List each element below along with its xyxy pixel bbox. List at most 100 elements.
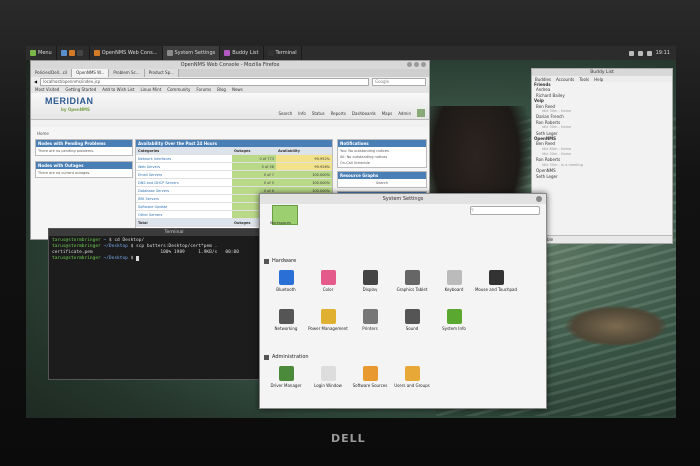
settings-tile[interactable]: Users and Groups [390,366,434,388]
task-label: OpenNMS Web Cons... [101,50,158,56]
terminal-icon[interactable] [76,50,83,56]
settings-tile[interactable]: Networking [264,309,308,331]
nav-search[interactable]: Search [279,111,293,116]
meridian-logo[interactable]: MERIDIAN [45,96,94,106]
total-label: Total [136,218,232,227]
menu-help[interactable]: Help [594,77,603,82]
bookmark[interactable]: Community [167,87,190,92]
settings-tile[interactable]: Printers [348,309,392,331]
tile-label: Printers [362,326,378,331]
buddy-item[interactable]: Seth Leger [532,174,672,179]
tile-label: Keyboard [444,287,464,292]
settings-tile[interactable]: Sound [390,309,434,331]
nav-reports[interactable]: Reports [331,111,346,116]
settings-tile[interactable]: Login Window [306,366,350,388]
panel-title: Availability Over the Past 24 Hours [136,140,332,147]
category-link[interactable]: Software Update [136,202,232,211]
category-link[interactable]: JMX Servers [136,194,232,203]
menu-tools[interactable]: Tools [579,77,589,82]
nav-admin[interactable]: Admin [398,111,411,116]
settings-tile[interactable]: Keyboard [432,270,476,292]
menu-accounts[interactable]: Accounts [556,77,574,82]
bookmark[interactable]: Add to Wish List [102,87,134,92]
tile-label: Graphics Tablet [396,287,428,292]
browser-tab[interactable]: Policies/Dell...cil [31,69,73,77]
close-icon[interactable] [421,62,426,67]
search-button[interactable]: Search [338,179,426,187]
tile-label: Power Management [308,326,348,331]
settings-titlebar[interactable]: System Settings [260,194,546,204]
status-selector[interactable]: Available [532,235,672,243]
bookmark[interactable]: Most Visited [35,87,59,92]
availability-cell: 99.926% [275,162,332,171]
browser-tab[interactable]: Problem Sc... [109,69,145,77]
bookmark[interactable]: News [232,87,243,92]
settings-tile[interactable]: Mouse and Touchpad [474,270,518,292]
category-link[interactable]: Database Servers [136,186,232,195]
browser-tab[interactable]: OpenNMS W... [72,69,110,77]
panel-title[interactable]: Nodes with Outages [36,162,132,169]
settings-tile[interactable]: Driver Manager [264,366,308,388]
close-icon[interactable] [536,196,542,202]
task-terminal[interactable]: Terminal [264,46,302,60]
folder-icon[interactable] [60,50,67,56]
avatar[interactable] [417,109,425,117]
availability-cell: 100.000% [275,178,332,187]
category-link[interactable]: Other Servers [136,210,232,219]
volume-tray-icon[interactable] [637,50,643,56]
nav-info[interactable]: Info [298,111,306,116]
bookmark[interactable]: Forums [196,87,211,92]
task-opennms[interactable]: OpenNMS Web Cons... [90,46,163,60]
outages-cell: 0 of 5 [231,178,276,187]
firefox-titlebar[interactable]: OpenNMS Web Console - Mozilla Firefox [31,61,429,69]
clock[interactable]: 19:11 [656,50,670,56]
workspaces-label[interactable]: Workspaces [270,221,291,225]
settings-tile[interactable]: System Info [432,309,476,331]
launcher-icons[interactable] [57,46,90,60]
category-link[interactable]: Web Servers [136,162,232,171]
power-icon [320,309,336,324]
notice-line[interactable]: On-Call Schedule [338,161,426,167]
url-field[interactable]: localhost/opennms/index.jsp [40,77,369,86]
settings-tile[interactable]: Bluetooth [264,270,308,292]
panel-title[interactable]: Resource Graphs [338,172,426,179]
notice-line[interactable]: You: No outstanding notices [338,147,426,155]
sources-icon [362,366,378,381]
menu-button[interactable]: Menu [26,46,57,60]
bookmark[interactable]: Blog [217,87,226,92]
settings-tile[interactable]: Graphics Tablet [390,270,434,292]
category-link[interactable]: DNS and DHCP Servers [136,178,232,187]
network-tray-icon[interactable] [628,50,634,56]
category-link[interactable]: Network Interfaces [136,154,232,163]
panel-title[interactable]: Nodes with Pending Problems [36,140,132,147]
settings-tile[interactable]: Color [306,270,350,292]
window-title[interactable]: Buddy List [532,69,672,76]
minimize-icon[interactable] [407,62,412,67]
prompt-user: tarus@stormbringer [52,238,101,243]
task-buddy-list[interactable]: Buddy List [220,46,264,60]
task-system-settings[interactable]: System Settings [162,46,221,60]
search-field[interactable]: Google [372,77,426,86]
system-settings-window: System Settings ⚲ Workspaces Hardware Bl… [259,193,547,409]
battery-tray-icon[interactable] [646,50,652,56]
nav-dashboards[interactable]: Dashboards [352,111,376,116]
back-icon[interactable]: ◀ [34,79,37,84]
browser-tab[interactable]: Product Sp... [144,69,179,77]
category-link[interactable]: Email Servers [136,170,232,179]
firefox-icon [93,50,100,56]
bookmark[interactable]: Linux Mint [140,87,161,92]
breadcrumb[interactable]: Home [37,131,49,136]
nav-maps[interactable]: Maps [382,111,393,116]
settings-tile[interactable]: Power Management [306,309,350,331]
settings-tile[interactable]: Display [348,270,392,292]
nav-status[interactable]: Status [312,111,325,116]
settings-search-input[interactable]: ⚲ [470,206,540,215]
maximize-icon[interactable] [414,62,419,67]
menu-buddies[interactable]: Buddies [535,77,551,82]
panel-title[interactable]: Notifications [338,140,426,147]
tile-label: Login Window [314,383,342,388]
settings-tile[interactable]: Software Sources [348,366,392,388]
bookmark[interactable]: Getting Started [65,87,96,92]
firefox-icon[interactable] [68,50,75,56]
outages-cell: 0 of 7 [231,170,276,179]
